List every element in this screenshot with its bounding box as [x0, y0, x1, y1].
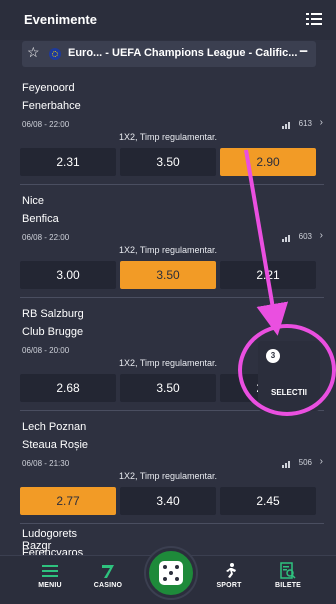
odds-row: 3.00 3.50 2.21 [20, 261, 316, 289]
home-team: RB Salzburg [22, 308, 84, 320]
odd-button[interactable]: 3.50 [120, 148, 216, 176]
chevron-right-icon[interactable]: › [320, 230, 323, 241]
nav-menu[interactable]: MENIU [20, 556, 80, 589]
event-card[interactable]: Nice Benfica 06/08 - 22:00 603 › 1X2, Timp re… [20, 185, 324, 298]
collapse-button[interactable]: − [299, 43, 308, 60]
odd-button[interactable]: 2.31 [20, 148, 116, 176]
odd-button[interactable]: 2.90 [220, 148, 316, 176]
nav-casino[interactable]: CASINO [78, 556, 138, 589]
event-datetime: 06/08 - 21:30 [22, 459, 70, 468]
market-label: 1X2, Timp regulamentar. [118, 132, 218, 142]
market-count[interactable]: 613 [299, 119, 312, 128]
nav-label: CASINO [93, 582, 123, 589]
event-datetime: 06/08 - 20:00 [22, 346, 70, 355]
home-team: Nice [22, 195, 45, 207]
event-card[interactable]: Lech Poznan Steaua Roșie 06/08 - 21:30 506 ›… [20, 411, 324, 524]
market-count[interactable]: 603 [299, 232, 312, 241]
odd-button[interactable]: 2.45 [220, 487, 316, 515]
league-header[interactable]: ☆ Euro... - UEFA Champions League - Cali… [22, 41, 316, 67]
home-team: Lech Poznan [22, 421, 87, 433]
nav-label: SPORT [216, 582, 242, 589]
away-team: Steaua Roșie [22, 439, 89, 451]
home-team: Feyenoord [22, 82, 75, 94]
market-count[interactable]: 506 [299, 458, 312, 467]
casino-seven-icon [102, 565, 114, 578]
ticket-search-icon [280, 562, 296, 579]
market-label: 1X2, Timp regulamentar. [118, 245, 218, 255]
market-label: 1X2, Timp regulamentar. [118, 471, 218, 481]
chevron-right-icon[interactable]: › [320, 117, 323, 128]
away-team: Club Brugge [22, 326, 84, 338]
chevron-right-icon[interactable]: › [320, 456, 323, 467]
nav-bilete[interactable]: BILETE [258, 556, 318, 589]
odd-button[interactable]: 2.21 [220, 261, 316, 289]
center-dice-button[interactable] [146, 548, 196, 598]
list-icon[interactable] [306, 12, 322, 26]
top-bar: Evenimente [0, 0, 336, 40]
page-title: Evenimente [24, 12, 97, 27]
away-team: Fenerbahce [22, 100, 81, 112]
runner-icon [226, 563, 236, 578]
event-datetime: 06/08 - 22:00 [22, 120, 70, 129]
nav-label: BILETE [274, 582, 302, 589]
odd-button[interactable]: 3.00 [20, 261, 116, 289]
odd-button[interactable]: 3.50 [120, 261, 216, 289]
odd-button[interactable]: 3.50 [120, 374, 216, 402]
odd-button[interactable]: 2.77 [20, 487, 116, 515]
nav-label: MENIU [38, 582, 62, 589]
odds-row: 2.31 3.50 2.90 [20, 148, 316, 176]
odds-row: 2.77 3.40 2.45 [20, 487, 316, 515]
star-icon[interactable]: ☆ [27, 44, 40, 61]
eu-flag-icon [49, 48, 61, 60]
event-list: Feyenoord Fenerbahce 06/08 - 22:00 613 › 1X2,… [14, 72, 324, 524]
menu-icon [42, 565, 58, 577]
odd-button[interactable]: 2.68 [20, 374, 116, 402]
league-name: Euro... - UEFA Champions League - Califi… [68, 47, 298, 59]
betslip-button[interactable]: 3 SELECTII [258, 341, 320, 411]
signal-icon [282, 461, 290, 468]
signal-icon [282, 235, 290, 242]
dice-icon [159, 561, 183, 585]
selection-count-badge: 3 [266, 349, 280, 363]
nav-sport[interactable]: SPORT [199, 556, 259, 589]
event-datetime: 06/08 - 22:00 [22, 233, 70, 242]
signal-icon [282, 122, 290, 129]
event-card[interactable]: Feyenoord Fenerbahce 06/08 - 22:00 613 › 1X2,… [20, 72, 324, 185]
odd-button[interactable]: 3.40 [120, 487, 216, 515]
betslip-label: SELECTII [270, 388, 307, 397]
away-team: Benfica [22, 213, 59, 225]
